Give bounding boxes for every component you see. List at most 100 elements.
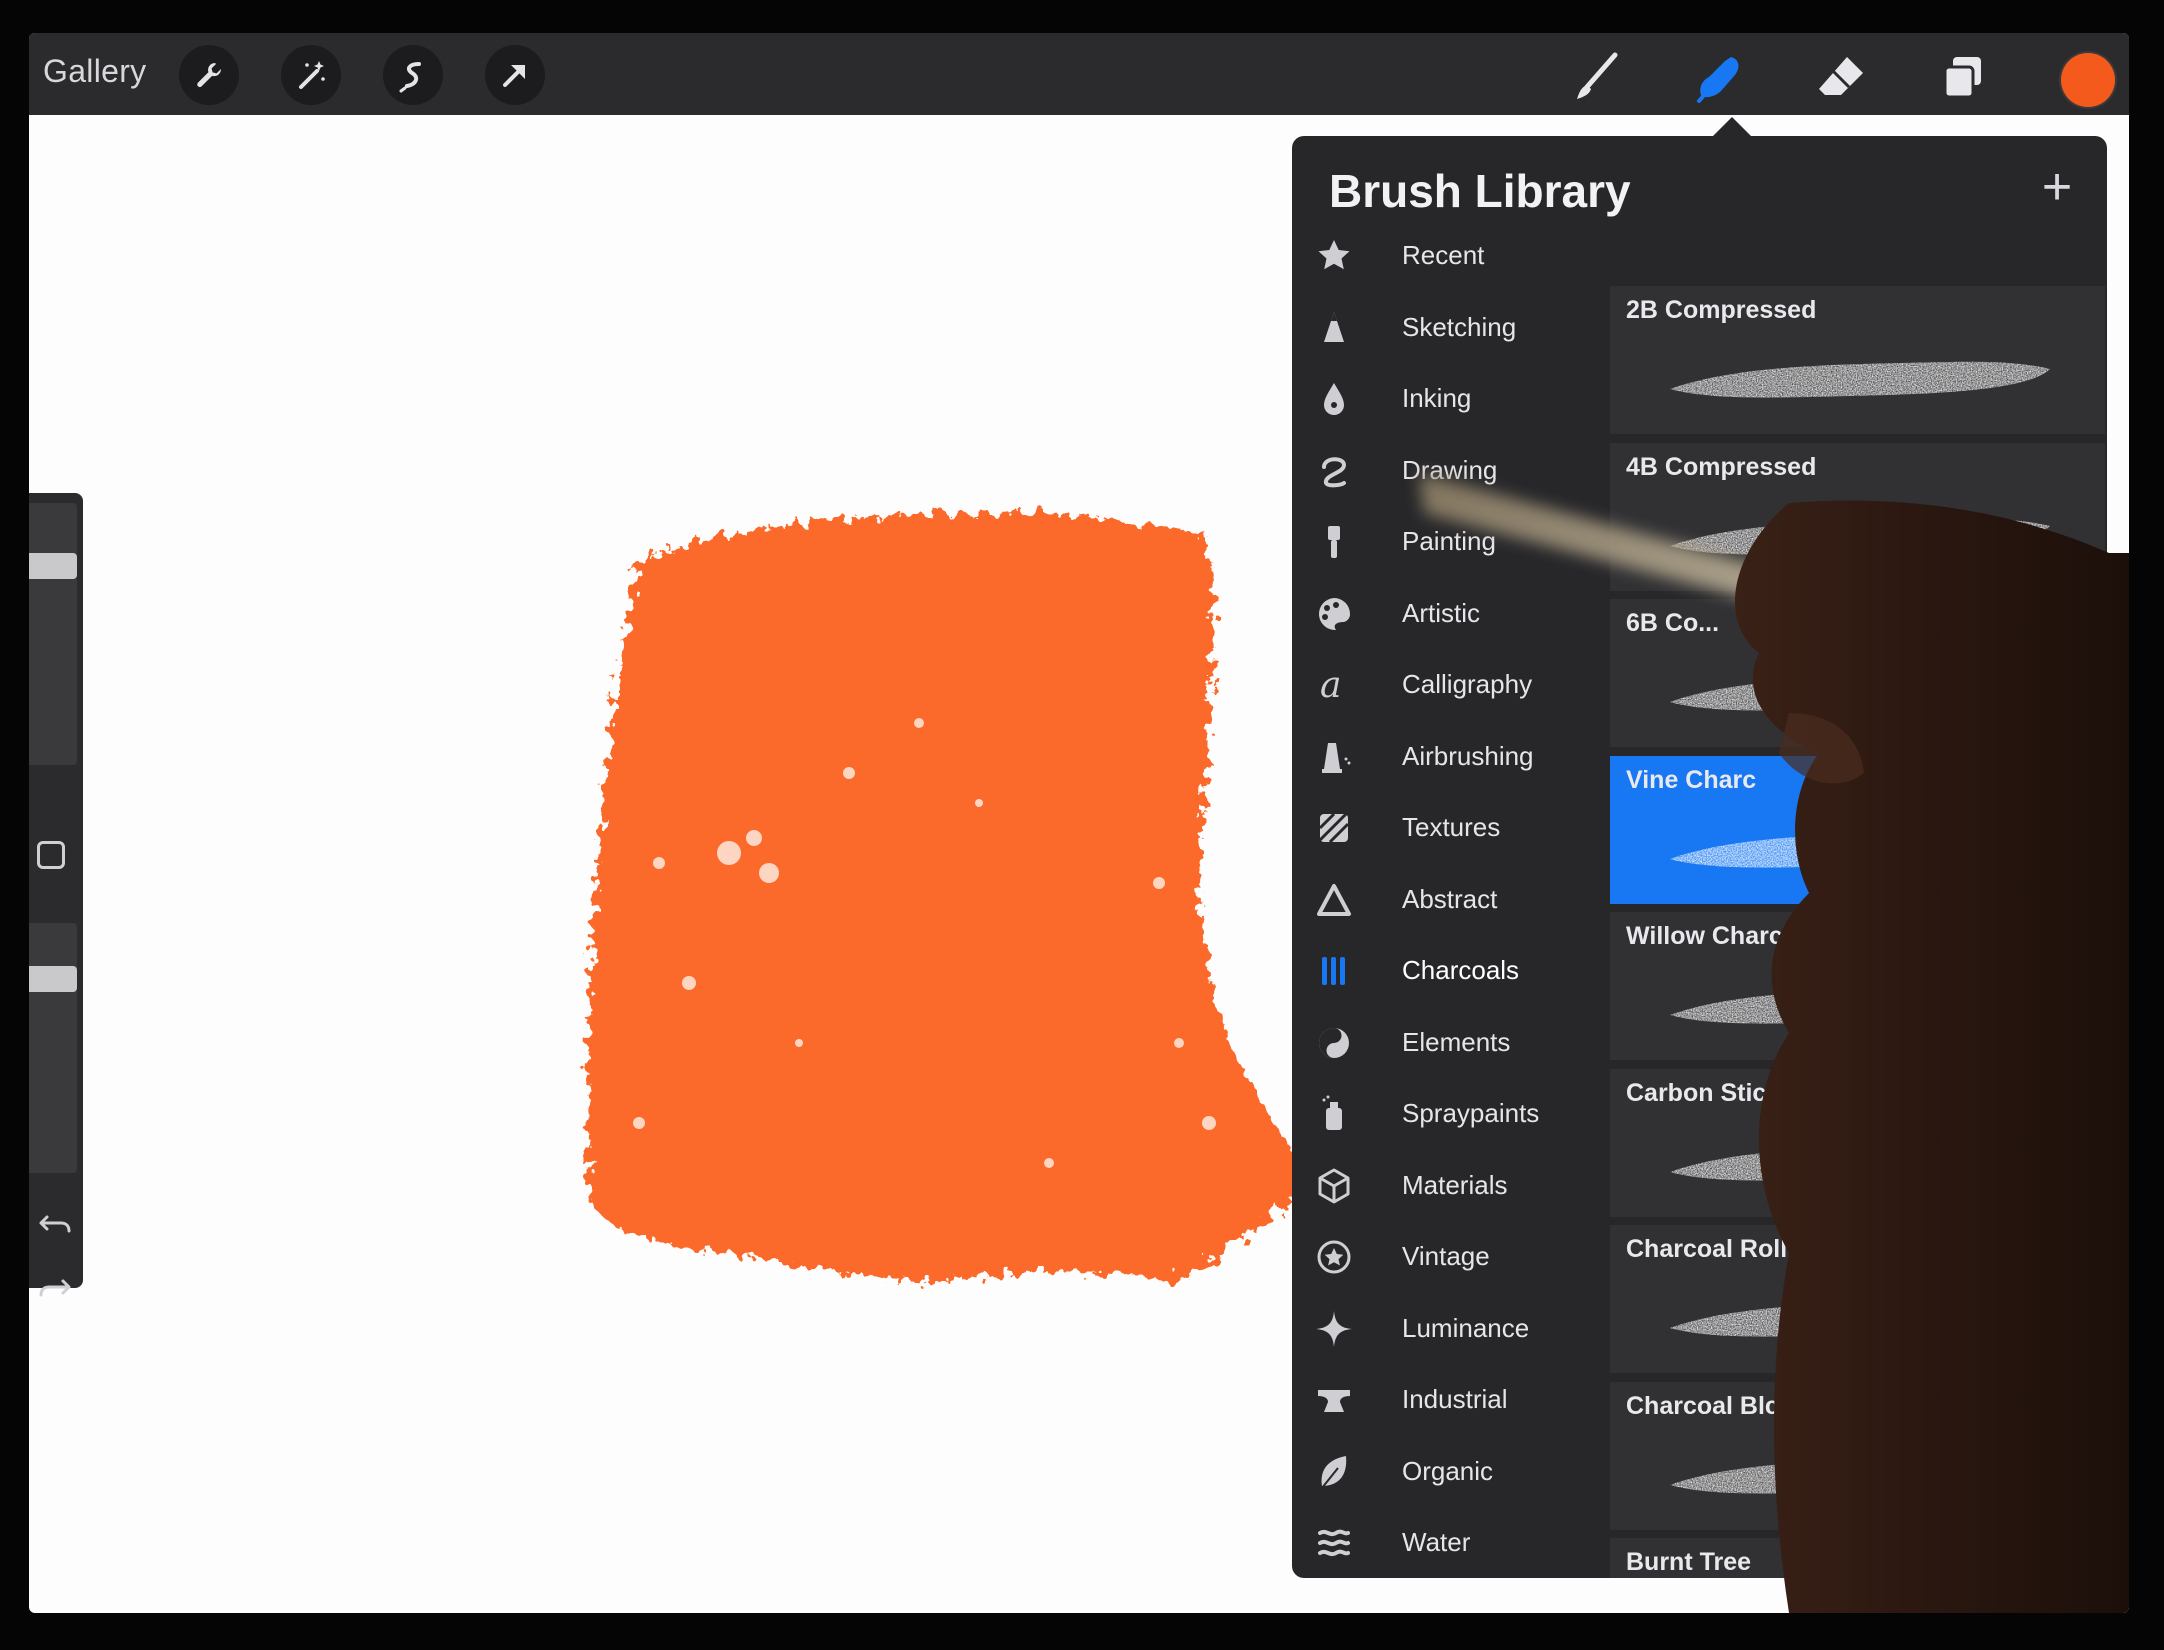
category-label: Calligraphy [1402, 669, 1533, 699]
squiggle-icon [1322, 456, 1347, 487]
brush-stroke-preview [1670, 987, 2050, 1024]
top-toolbar: Gallery [29, 33, 2129, 115]
opacity-slider[interactable] [29, 923, 77, 1173]
category-luminance[interactable]: Luminance [1292, 1299, 1612, 1359]
star-badge-icon [1317, 1240, 1351, 1274]
brush-size-slider-thumb[interactable] [29, 552, 77, 579]
selection-icon [399, 62, 421, 93]
category-abstract[interactable]: Abstract [1292, 870, 1612, 930]
category-elements[interactable]: Elements [1292, 1013, 1612, 1073]
brush-item[interactable]: Charcoal Roll [1610, 1225, 2105, 1376]
brush-library-panel: Brush Library + Recent Sketching Inking Dra… [1292, 136, 2107, 1578]
category-label: Vintage [1402, 1241, 1490, 1271]
category-water[interactable]: Water [1292, 1513, 1612, 1573]
script-a-icon: a [1320, 665, 1341, 705]
category-vintage[interactable]: Vintage [1292, 1227, 1612, 1287]
category-label: Drawing [1402, 454, 1498, 485]
wrench-icon [197, 63, 222, 88]
color-picker-button[interactable] [2061, 53, 2115, 107]
category-sketching[interactable]: Sketching [1292, 298, 1612, 358]
brush-icon [1577, 52, 1618, 99]
spray-can-icon [1322, 1095, 1342, 1130]
category-label: Artistic [1402, 597, 1480, 628]
brush-item[interactable]: 6B Co... [1610, 599, 2105, 750]
cube-icon [1318, 1168, 1350, 1203]
modify-square-icon[interactable] [37, 841, 65, 869]
category-label: Spraypaints [1402, 1098, 1540, 1128]
category-label: Sketching [1402, 311, 1517, 342]
anvil-icon [1318, 1390, 1350, 1412]
category-charcoals[interactable]: Charcoals [1292, 941, 1612, 1001]
brush-name: Willow Charcoal [1626, 922, 1819, 950]
opacity-slider-thumb[interactable] [29, 965, 77, 992]
category-label: Charcoals [1402, 955, 1520, 985]
category-label: Abstract [1402, 883, 1498, 914]
brush-name: 2B Compressed [1626, 296, 1817, 324]
category-label: Painting [1402, 526, 1496, 556]
star-icon [1318, 240, 1350, 270]
brush-item[interactable]: 4B Compressed [1610, 442, 2105, 594]
brush-stroke-preview [1670, 831, 2050, 868]
category-calligraphy[interactable]: a Calligraphy [1292, 655, 1612, 715]
airbrush-icon [1322, 742, 1351, 773]
brush-item[interactable]: 2B Compressed [1610, 286, 2105, 437]
plus-icon[interactable]: + [2032, 161, 2082, 213]
waves-icon [1318, 1529, 1350, 1557]
brush-stroke-preview [1670, 361, 2050, 398]
category-textures[interactable]: Textures [1292, 798, 1612, 858]
brush-stroke-preview [1670, 1144, 2050, 1181]
leaf-icon [1321, 1455, 1347, 1489]
brush-size-slider[interactable] [29, 503, 77, 765]
brush-item[interactable]: Vine Charc [1610, 755, 2105, 907]
category-label: Materials [1402, 1169, 1508, 1200]
smudge-icon [1697, 57, 1739, 103]
category-inking[interactable]: Inking [1292, 369, 1612, 429]
category-label: Luminance [1402, 1312, 1530, 1343]
brush-item[interactable]: Willow Charcoal [1610, 912, 2105, 1063]
category-drawing[interactable]: Drawing [1292, 441, 1612, 501]
undo-icon[interactable] [35, 1203, 75, 1243]
brush-item[interactable]: Carbon Stick [1610, 1068, 2105, 1220]
category-painting[interactable]: Painting [1292, 512, 1612, 572]
eraser-tool-button[interactable] [1809, 45, 1873, 109]
eraser-icon [1819, 57, 1863, 95]
brush-name: Burnt Tree [1626, 1548, 1752, 1576]
category-recent[interactable]: Recent [1292, 226, 1612, 286]
svg-text:a: a [1320, 665, 1341, 705]
selection-button[interactable] [383, 45, 443, 105]
brush-library-title: Brush Library [1329, 165, 1631, 217]
brush-name: Carbon Stick [1626, 1078, 1781, 1107]
category-organic[interactable]: Organic [1292, 1442, 1612, 1502]
category-spraypaints[interactable]: Spraypaints [1292, 1084, 1612, 1144]
actions-button[interactable] [179, 45, 239, 105]
brush-item[interactable]: Burnt Tree [1610, 1538, 2105, 1578]
brush-name: 6B Co... [1626, 609, 1720, 637]
smudge-tool-button[interactable] [1687, 45, 1751, 109]
category-label: Organic [1402, 1455, 1494, 1486]
pencil-tip-icon [1324, 311, 1344, 342]
adjustments-button[interactable] [281, 45, 341, 105]
brush-tool-button[interactable] [1565, 45, 1629, 109]
orange-charcoal-stroke[interactable] [569, 483, 1329, 1313]
brush-name: Vine Charc [1626, 765, 1757, 794]
brush-stroke-preview [1670, 674, 2050, 711]
category-label: Recent [1402, 240, 1485, 270]
category-materials[interactable]: Materials [1292, 1156, 1612, 1216]
gallery-button[interactable]: Gallery [43, 53, 146, 90]
layers-button[interactable] [1931, 45, 1995, 109]
category-airbrushing[interactable]: Airbrushing [1292, 727, 1612, 787]
brush-stroke-preview [1670, 1457, 2050, 1494]
transform-button[interactable] [485, 45, 545, 105]
magic-wand-icon [299, 61, 325, 89]
procreate-screen: Gallery Brush Library + Recent Sketching… [29, 33, 2129, 1613]
category-industrial[interactable]: Industrial [1292, 1370, 1612, 1430]
palette-icon [1318, 597, 1351, 630]
brush-name: 4B Compressed [1626, 452, 1817, 481]
redo-icon[interactable] [35, 1267, 75, 1307]
category-label: Water [1402, 1527, 1471, 1557]
brush-item[interactable]: Charcoal Blc [1610, 1381, 2105, 1533]
category-label: Airbrushing [1402, 740, 1534, 771]
brush-stroke-preview [1670, 1300, 2050, 1337]
brush-stroke-preview [1670, 518, 2050, 555]
category-artistic[interactable]: Artistic [1292, 584, 1612, 644]
